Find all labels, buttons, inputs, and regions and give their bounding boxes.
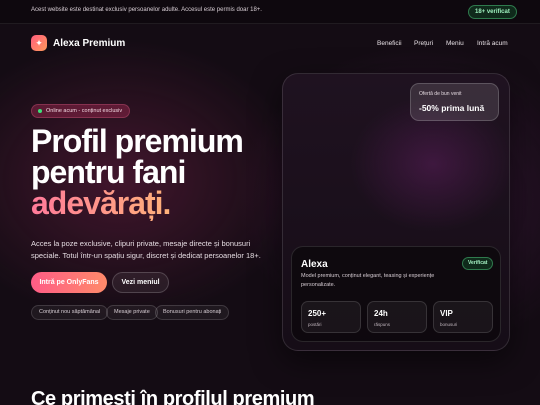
profile-description: Model premium, conținut elegant, teasing… — [301, 273, 435, 288]
nav-link-beneficii[interactable]: Beneficii — [377, 40, 402, 47]
nav-link-preturi[interactable]: Prețuri — [414, 40, 433, 47]
section-title: Ce primești în profilul premium — [31, 388, 315, 405]
offer-label: Ofertă de bun venit — [419, 91, 462, 97]
stat-value: 24h — [374, 309, 388, 318]
profile-name: Alexa — [301, 259, 328, 270]
feature-chip-subscriber-bonuses: Bonusuri pentru abonați — [155, 305, 230, 320]
age-notice-bar: Acest website este destinat exclusiv per… — [0, 0, 540, 24]
stat-value: VIP — [440, 309, 453, 318]
offer-value: -50% prima lună — [419, 103, 485, 113]
stat-response: 24h răspuns — [367, 301, 427, 333]
enter-onlyfans-button[interactable]: Intră pe OnlyFans — [31, 272, 107, 293]
feature-chip-private-messages: Mesaje private — [106, 305, 158, 320]
stat-vip: VIP bonusuri — [433, 301, 493, 333]
view-menu-button[interactable]: Vezi meniul — [112, 272, 169, 293]
stat-label: răspuns — [374, 322, 391, 327]
hero-description: Acces la poze exclusive, clipuri private… — [31, 239, 261, 260]
welcome-offer-badge: Ofertă de bun venit -50% prima lună — [410, 83, 499, 121]
hero-title-highlight: adevărați. — [31, 185, 171, 221]
brand-name[interactable]: Alexa Premium — [53, 38, 125, 49]
online-status-text: Online acum - conținut exclusiv — [46, 108, 123, 114]
age-verified-badge: 18+ verificat — [468, 5, 517, 19]
stat-value: 250+ — [308, 309, 327, 318]
stat-label: postări — [308, 322, 322, 327]
hero-title: Profil premium pentru fani adevărați. — [31, 125, 244, 221]
online-dot-icon — [38, 109, 42, 113]
stat-posts: 250+ postări — [301, 301, 361, 333]
nav-link-meniu[interactable]: Meniu — [446, 40, 464, 47]
feature-chip-weekly-content: Conținut nou săptămânal — [31, 305, 109, 320]
profile-info-panel: Alexa Verificat Model premium, conținut … — [291, 246, 501, 342]
age-notice-text: Acest website este destinat exclusiv per… — [31, 7, 262, 13]
nav-link-intra-acum[interactable]: Intră acum — [477, 40, 508, 47]
online-status-pill: Online acum - conținut exclusiv — [31, 104, 131, 118]
sparkle-icon[interactable]: ✦ — [31, 35, 47, 51]
stat-label: bonusuri — [440, 322, 458, 327]
verified-badge: Verificat — [462, 257, 494, 270]
